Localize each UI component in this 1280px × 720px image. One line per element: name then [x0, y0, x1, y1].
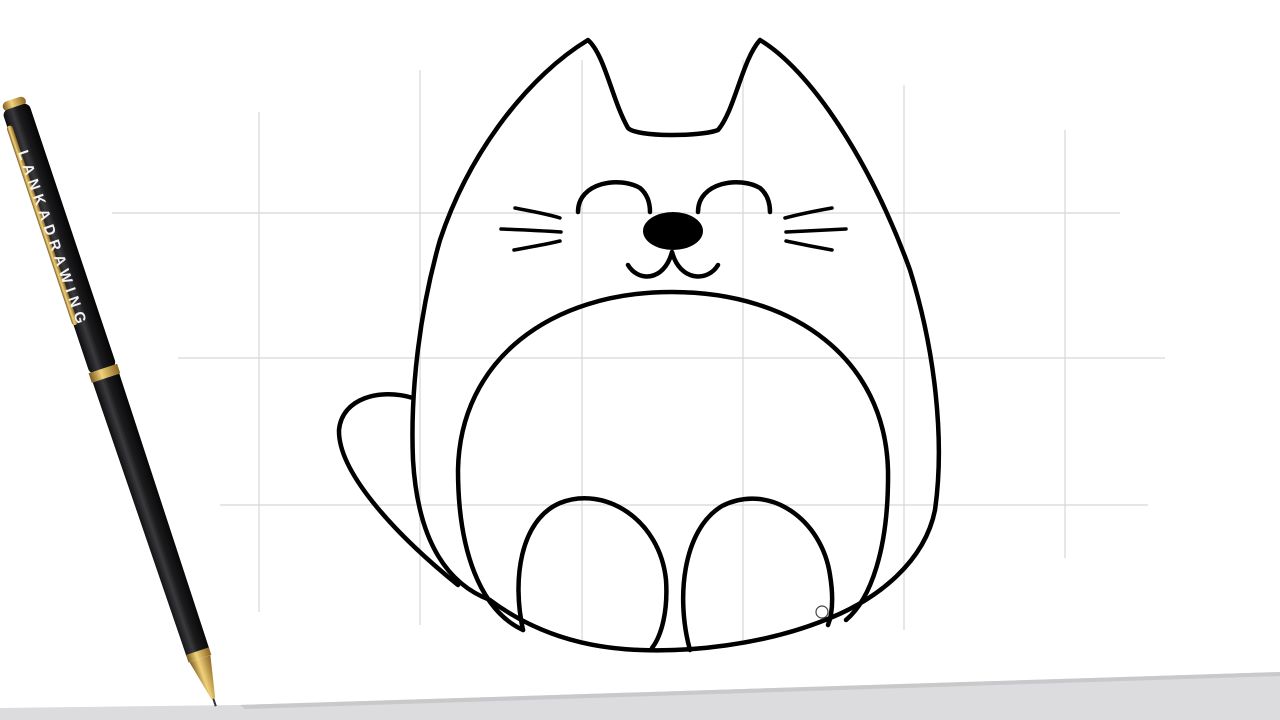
drawing-paper: [0, 0, 1280, 720]
cat-nose: [643, 212, 703, 250]
paper-sheet: [0, 0, 1280, 708]
drawing-scene: LANKADRAWING: [0, 0, 1280, 720]
